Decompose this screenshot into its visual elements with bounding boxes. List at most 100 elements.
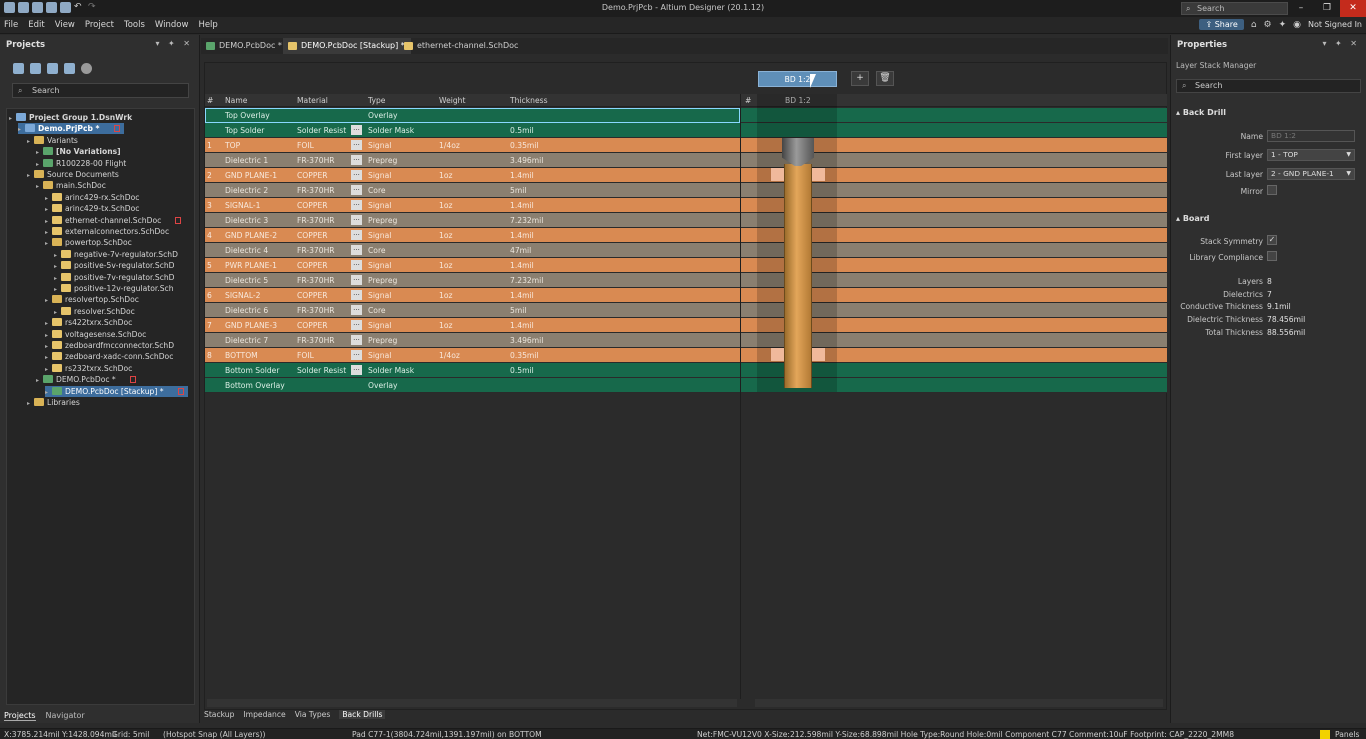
expand-arrow-icon[interactable]: ▸ xyxy=(45,193,52,204)
table-cell-name[interactable]: GND PLANE-3 xyxy=(225,321,277,330)
menu-item-window[interactable]: Window xyxy=(155,20,189,30)
expand-arrow-icon[interactable]: ▸ xyxy=(27,136,34,147)
stack-symmetry-checkbox[interactable]: ✓ xyxy=(1267,235,1277,245)
expand-arrow-icon[interactable]: ▸ xyxy=(45,238,52,249)
menu-item-project[interactable]: Project xyxy=(85,20,114,30)
material-picker-button[interactable]: ··· xyxy=(351,350,362,360)
table-cell-thickness[interactable]: 5mil xyxy=(510,306,526,315)
expand-arrow-icon[interactable]: ▸ xyxy=(45,227,52,238)
add-back-drill-button[interactable]: + xyxy=(851,71,869,86)
material-picker-button[interactable]: ··· xyxy=(351,170,362,180)
first-layer-select[interactable]: 1 - TOP ▼ xyxy=(1267,149,1355,161)
material-picker-button[interactable]: ··· xyxy=(351,260,362,270)
table-row[interactable]: Top Solder Solder Resist Solder Mask 0.5mil… xyxy=(205,123,740,138)
table-cell-type[interactable]: Signal xyxy=(368,291,391,300)
table-cell-thickness[interactable]: 1.4mil xyxy=(510,231,534,240)
tree-node[interactable]: ▸ main.SchDoc xyxy=(36,180,106,191)
panel-controls[interactable]: ▾ ✦ ✕ xyxy=(1322,39,1360,48)
expand-arrow-icon[interactable]: ▸ xyxy=(18,124,25,135)
tree-node[interactable]: ▸ Variants xyxy=(27,135,78,146)
table-cell-name[interactable]: Dielectric 4 xyxy=(225,246,268,255)
table-cell-type[interactable]: Signal xyxy=(368,231,391,240)
tree-node[interactable]: ▸ Source Documents xyxy=(27,169,119,180)
table-cell-name[interactable]: GND PLANE-1 xyxy=(225,171,277,180)
document-tab[interactable]: DEMO.PcbDoc * xyxy=(201,38,288,54)
table-cell-type[interactable]: Prepreg xyxy=(368,216,397,225)
material-picker-button[interactable]: ··· xyxy=(351,140,362,150)
table-cell-thickness[interactable]: 0.35mil xyxy=(510,141,539,150)
share-button[interactable]: ⇪ Share xyxy=(1199,19,1244,30)
table-cell-type[interactable]: Signal xyxy=(368,141,391,150)
last-layer-select[interactable]: 2 - GND PLANE-1 ▼ xyxy=(1267,168,1355,180)
table-cell-name[interactable]: Dielectric 6 xyxy=(225,306,268,315)
expand-arrow-icon[interactable]: ▸ xyxy=(54,250,61,261)
table-cell-weight[interactable]: 1oz xyxy=(439,261,452,270)
table-cell-name[interactable]: Dielectric 1 xyxy=(225,156,268,165)
table-cell-thickness[interactable]: 1.4mil xyxy=(510,261,534,270)
table-row[interactable]: Top Overlay Overlay xyxy=(205,108,740,123)
menu-item-help[interactable]: Help xyxy=(198,20,217,30)
table-cell-material[interactable]: COPPER xyxy=(297,231,328,240)
expand-arrow-icon[interactable]: ▸ xyxy=(36,147,43,158)
project-options-icon[interactable] xyxy=(30,63,41,74)
table-cell-name[interactable]: SIGNAL-2 xyxy=(225,291,261,300)
expand-arrow-icon[interactable]: ▸ xyxy=(27,398,34,409)
document-tab[interactable]: DEMO.PcbDoc [Stackup] * xyxy=(283,38,411,54)
table-cell-type[interactable]: Solder Mask xyxy=(368,366,414,375)
table-cell-material[interactable]: Solder Resist xyxy=(297,366,346,375)
table-cell-type[interactable]: Core xyxy=(368,246,386,255)
table-cell-weight[interactable]: 1oz xyxy=(439,321,452,330)
compile-icon[interactable] xyxy=(64,63,75,74)
close-button[interactable]: ✕ xyxy=(1340,0,1366,17)
expand-arrow-icon[interactable]: ▸ xyxy=(54,284,61,295)
column-header[interactable]: Type xyxy=(368,96,385,105)
table-cell-weight[interactable]: 1/4oz xyxy=(439,351,460,360)
tree-node[interactable]: ▸ rs232txrx.SchDoc xyxy=(45,363,132,374)
material-picker-button[interactable]: ··· xyxy=(351,320,362,330)
user-icon[interactable]: ◉ xyxy=(1293,20,1301,30)
table-cell-name[interactable]: Top Solder xyxy=(225,126,264,135)
column-header[interactable]: Name xyxy=(225,96,247,105)
panel-controls[interactable]: ▾ ✦ ✕ xyxy=(155,39,193,48)
grid-size[interactable]: Grid: 5mil xyxy=(112,730,149,739)
minimize-button[interactable]: – xyxy=(1288,0,1314,17)
tree-node[interactable]: ▸ arinc429-rx.SchDoc xyxy=(45,192,139,203)
table-cell-material[interactable]: COPPER xyxy=(297,261,328,270)
tree-node[interactable]: ▸ R100228-00 Flight xyxy=(36,158,126,169)
table-cell-name[interactable]: Dielectric 5 xyxy=(225,276,268,285)
table-cell-name[interactable]: Dielectric 7 xyxy=(225,336,268,345)
expand-arrow-icon[interactable]: ▸ xyxy=(45,216,52,227)
table-cell-type[interactable]: Prepreg xyxy=(368,336,397,345)
panel-tab-projects[interactable]: Projects xyxy=(4,711,36,721)
table-cell-type[interactable]: Signal xyxy=(368,261,391,270)
tree-node[interactable]: ▸ Demo.PrjPcb * xyxy=(18,123,124,135)
table-cell-material[interactable]: FR-370HR xyxy=(297,306,335,315)
menu-item-file[interactable]: File xyxy=(4,20,18,30)
column-header[interactable]: Weight xyxy=(439,96,465,105)
table-cell-type[interactable]: Signal xyxy=(368,171,391,180)
table-cell-type[interactable]: Core xyxy=(368,306,386,315)
table-cell-material[interactable]: FR-370HR xyxy=(297,156,335,165)
expand-arrow-icon[interactable]: ▸ xyxy=(45,352,52,363)
table-row[interactable]: Bottom Overlay Overlay xyxy=(205,378,740,393)
table-cell-name[interactable]: TOP xyxy=(225,141,240,150)
table-cell-thickness[interactable]: 1.4mil xyxy=(510,291,534,300)
tree-node[interactable]: ▸ zedboardfmcconnector.SchD xyxy=(45,340,174,351)
splitter[interactable] xyxy=(740,94,741,699)
back-drill-selector[interactable]: BD 1:2 xyxy=(758,71,837,87)
expand-arrow-icon[interactable]: ▸ xyxy=(54,261,61,272)
table-cell-material[interactable]: COPPER xyxy=(297,171,328,180)
expand-arrow-icon[interactable]: ▸ xyxy=(36,159,43,170)
table-cell-type[interactable]: Prepreg xyxy=(368,156,397,165)
table-row[interactable]: 8 BOTTOM FOIL Signal 1/4oz 0.35mil ··· xyxy=(205,348,740,363)
tree-node[interactable]: ▸ zedboard-xadc-conn.SchDoc xyxy=(45,351,173,362)
tree-node[interactable]: ▸ ethernet-channel.SchDoc xyxy=(45,215,182,227)
signed-in-status[interactable]: Not Signed In xyxy=(1308,20,1362,29)
tree-node[interactable]: ▸ positive-7v-regulator.SchD xyxy=(54,272,175,283)
table-cell-name[interactable]: Bottom Overlay xyxy=(225,381,285,390)
gear-icon[interactable] xyxy=(81,63,92,74)
table-cell-name[interactable]: SIGNAL-1 xyxy=(225,201,261,210)
table-cell-name[interactable]: Top Overlay xyxy=(225,111,270,120)
table-cell-type[interactable]: Overlay xyxy=(368,111,398,120)
restore-button[interactable]: ❐ xyxy=(1314,0,1340,17)
